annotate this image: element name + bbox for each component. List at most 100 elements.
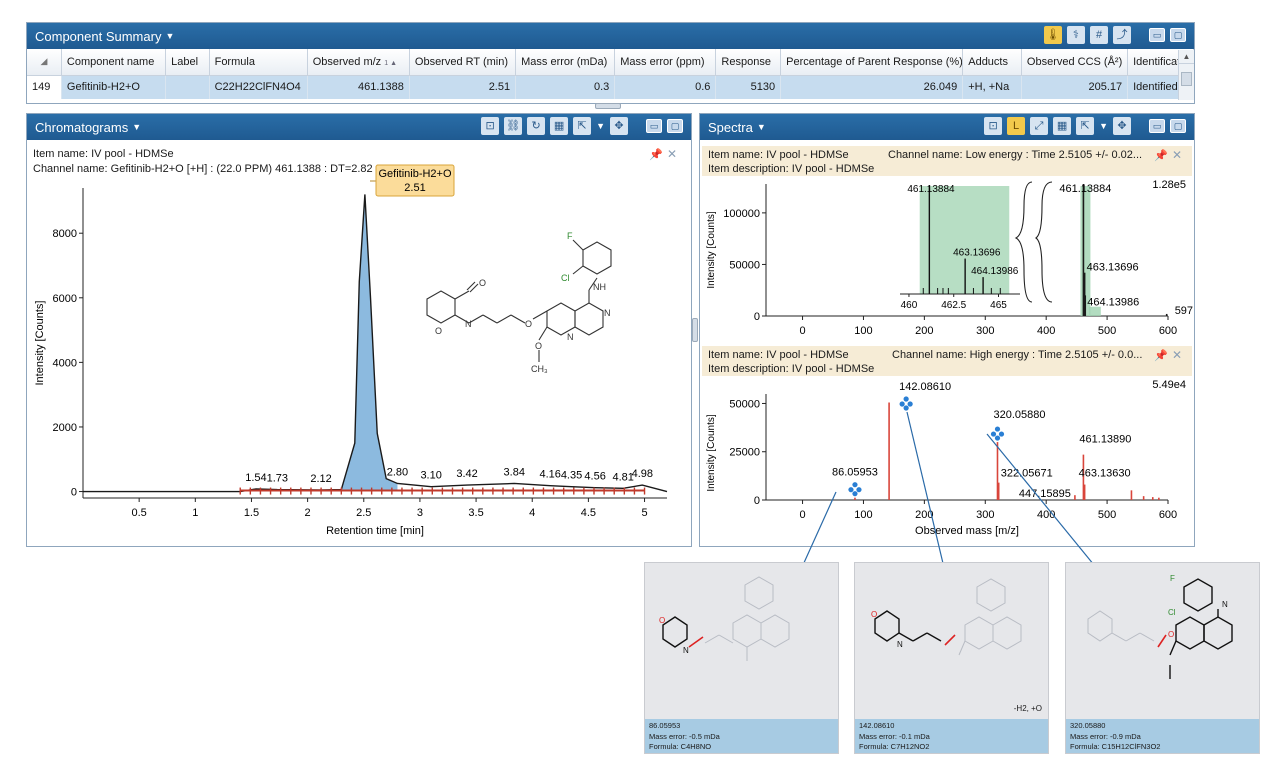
spectrum-peak-label: 597.86342 (1175, 305, 1194, 317)
column-header[interactable]: Label (165, 49, 210, 76)
molecule-filter-icon[interactable]: ⚕ (1067, 26, 1085, 44)
spectra-menu[interactable]: Spectra ▼ (708, 120, 766, 135)
spectrum-peak-label: 86.05953 (832, 467, 878, 479)
fragment-marker-icon (907, 401, 913, 407)
minimize-icon[interactable]: ▭ (646, 119, 662, 133)
close-icon[interactable]: ✕ (1172, 148, 1182, 162)
fragment-marker-icon (852, 491, 858, 497)
link-icon[interactable]: ⛓ (504, 117, 523, 135)
table-icon[interactable]: ▦ (550, 117, 569, 135)
maximize-icon[interactable]: ▢ (667, 119, 683, 133)
x-tick-label: 5 (641, 507, 647, 519)
table-row[interactable]: 149 Gefitinib-H2+O C22H22ClFN4O4 461.138… (27, 75, 1194, 99)
fragment-mass-error: Mass error: -0.9 mDa (1070, 731, 1141, 741)
pin-icon[interactable]: 📌 (1154, 149, 1168, 162)
cell-response[interactable]: 5130 (715, 75, 782, 99)
column-header[interactable]: Percentage of Parent Response (%) (780, 49, 964, 76)
callout-retention-time: 2.51 (404, 182, 425, 194)
minimize-icon[interactable]: ▭ (1149, 119, 1165, 133)
fragment-card-1[interactable]: O N 86.05953 Mass error: -0.5 mDa Formul… (644, 562, 839, 754)
maximize-icon[interactable]: ▢ (1170, 119, 1186, 133)
zoom-fit-icon[interactable]: ⊡ (481, 117, 500, 135)
low-energy-header: Item name: IV pool - HDMSe Channel name:… (702, 146, 1192, 176)
column-header[interactable]: Response (715, 49, 782, 76)
cell-mass-error-mda[interactable]: 0.3 (515, 75, 616, 99)
row-index: 149 (27, 75, 62, 99)
scale-icon[interactable]: ⤢ (1030, 117, 1049, 135)
scroll-thumb[interactable] (1181, 72, 1192, 86)
x-tick-label: 600 (1159, 509, 1177, 521)
export-image-icon[interactable]: ⇱ (573, 117, 592, 135)
y-tick-label: 50000 (729, 398, 760, 410)
chromatograms-menu[interactable]: Chromatograms ▼ (35, 120, 141, 135)
cell-observed-ccs[interactable]: 205.17 (1021, 75, 1129, 99)
oxygen-label: O (479, 278, 486, 288)
select-all-corner[interactable]: ◢ (27, 49, 62, 76)
vertical-scrollbar[interactable]: ▲ (1178, 50, 1194, 100)
cell-percentage-parent[interactable]: 26.049 (780, 75, 964, 99)
fragment-marker-icon (856, 487, 862, 493)
column-header-observed-mz[interactable]: Observed m/z 1 ▲ (307, 49, 410, 76)
maximize-icon[interactable]: ▢ (1170, 28, 1186, 42)
fragment-card-3[interactable]: F Cl N O 320.05880 Mass error: -0.9 mDa … (1065, 562, 1260, 754)
table-icon[interactable]: ▦ (1053, 117, 1072, 135)
export-image-icon[interactable]: ⇱ (1076, 117, 1095, 135)
component-summary-table: ◢ Component name Label Formula Observed … (27, 49, 1194, 99)
column-header[interactable]: Component name (61, 49, 167, 76)
fragment-mz: 320.05880 (1070, 721, 1106, 730)
fragment-marker-icon (848, 487, 854, 493)
x-tick-label: 500 (1098, 325, 1116, 337)
fragment-marker-icon (903, 405, 909, 411)
column-header[interactable]: Mass error (mDa) (515, 49, 616, 76)
peak-callout: Gefitinib-H2+O 2.51 (370, 164, 455, 197)
fragment-formula: Formula: C7H12NO2 (859, 742, 930, 751)
label-peaks-icon[interactable]: L (1007, 117, 1026, 135)
cell-label[interactable] (165, 75, 210, 99)
x-tick-label: 4 (529, 507, 535, 519)
thermometer-icon[interactable]: 🌡 (1044, 26, 1062, 44)
pan-icon[interactable]: ✥ (610, 117, 628, 135)
chevron-down-icon[interactable]: ▼ (596, 121, 605, 131)
cell-observed-rt[interactable]: 2.51 (409, 75, 517, 99)
column-header[interactable]: Observed RT (min) (409, 49, 517, 76)
peak-rt-label: 3.42 (456, 468, 477, 480)
refresh-icon[interactable]: ↻ (527, 117, 546, 135)
cell-formula[interactable]: C22H22ClFN4O4 (209, 75, 308, 99)
zoom-brace-right (1035, 181, 1053, 303)
spectrum-peak-label: 320.05880 (993, 409, 1045, 421)
fragment-marker-icon (990, 431, 997, 437)
y-tick-label: 0 (754, 495, 760, 507)
fragment-card-2[interactable]: O N -H2, +O 142.08610 Mass error: -0.1 m… (854, 562, 1049, 754)
cell-observed-mz[interactable]: 461.1388 (307, 75, 410, 99)
fragment-mass-error: Mass error: -0.5 mDa (649, 731, 720, 741)
zoom-fit-icon[interactable]: ⊡ (984, 117, 1003, 135)
component-summary-menu[interactable]: Component Summary ▼ (35, 29, 174, 44)
low-energy-item-description: Item description: IV pool - HDMSe (708, 163, 875, 175)
amine-label: NH (593, 282, 606, 292)
cell-adducts[interactable]: +H, +Na (962, 75, 1022, 99)
column-header[interactable]: Observed CCS (Å²) (1021, 49, 1129, 76)
chevron-down-icon[interactable]: ▼ (1099, 121, 1108, 131)
column-header[interactable]: Mass error (ppm) (614, 49, 717, 76)
cell-mass-error-ppm[interactable]: 0.6 (614, 75, 717, 99)
export-icon[interactable]: ⤴ (1113, 26, 1131, 44)
cell-component-name[interactable]: Gefitinib-H2+O (61, 75, 167, 99)
nitrogen-label: N (683, 646, 689, 655)
hash-icon[interactable]: # (1090, 26, 1108, 44)
x-tick-label: 200 (915, 325, 933, 337)
fluorine-label: F (567, 231, 573, 241)
x-tick-label: 600 (1159, 325, 1177, 337)
x-tick-label: 300 (976, 325, 994, 337)
horizontal-splitter-handle[interactable] (595, 103, 621, 109)
column-header[interactable]: Formula (209, 49, 308, 76)
scroll-up-icon[interactable]: ▲ (1179, 50, 1194, 64)
minimize-icon[interactable]: ▭ (1149, 28, 1165, 42)
column-header[interactable]: Adducts (962, 49, 1022, 76)
spectrum-peak-label: 461.13890 (1079, 434, 1131, 446)
x-tick-label: 2.5 (356, 507, 371, 519)
pan-icon[interactable]: ✥ (1113, 117, 1131, 135)
spectra-title: Spectra (708, 119, 753, 135)
vertical-splitter-handle[interactable] (692, 318, 698, 342)
close-icon[interactable]: ✕ (1172, 348, 1182, 362)
pin-icon[interactable]: 📌 (1154, 349, 1168, 362)
